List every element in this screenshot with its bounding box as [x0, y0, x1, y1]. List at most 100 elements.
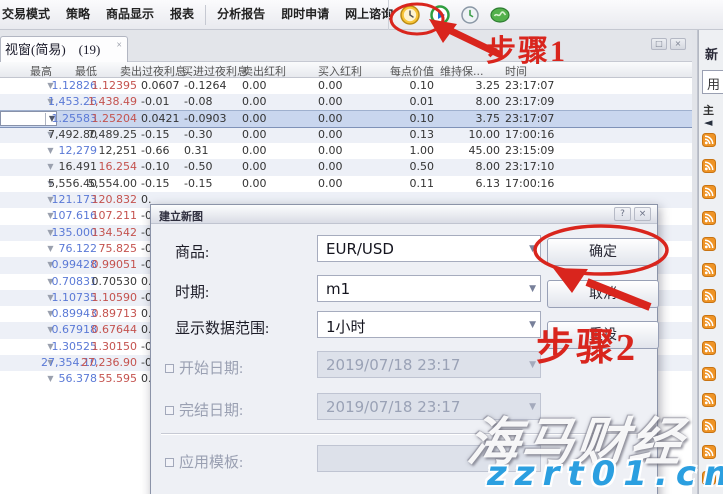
news-feed-icon[interactable] [702, 158, 716, 177]
cell-sd: 0.00 [242, 79, 318, 93]
start-date-label-text: 开始日期: [179, 361, 243, 377]
menu-item-analysis-report[interactable]: 分析报告 [209, 0, 273, 29]
template-checkbox[interactable] [165, 458, 174, 467]
cancel-button[interactable]: 取消 [547, 280, 659, 308]
menu-item-instant-request[interactable]: 即时申请 [273, 0, 337, 29]
news-filter-input[interactable]: 用 [702, 70, 723, 94]
period-select[interactable]: m1 ▼ [317, 275, 541, 302]
end-date-input: 2019/07/18 23:17 ▼ [317, 393, 541, 420]
header-time[interactable]: 时间 [505, 63, 527, 79]
data-range-label: 显示数据范围: [175, 317, 269, 338]
start-date-label: 开始日期: [165, 357, 243, 378]
menu-item-reports[interactable]: 报表 [162, 0, 202, 29]
cell-ss: -0.66 [141, 144, 183, 158]
chevron-down-icon[interactable]: ▼ [529, 320, 536, 330]
symbol-select[interactable]: EUR/USD ▼ [317, 235, 541, 262]
template-input [317, 445, 541, 472]
header-sell-dividend[interactable]: 卖出红利 [242, 63, 286, 79]
cell-low: 0.89713 [99, 307, 137, 321]
history-chart-icon[interactable] [399, 4, 421, 26]
dialog-help-icon[interactable]: ? [614, 207, 631, 221]
cell-high: 76.122 [20, 242, 97, 256]
menu-item-trade-mode[interactable]: 交易模式 [0, 0, 58, 29]
header-buy-swap[interactable]: 买进过夜利息 [182, 63, 248, 79]
table-row[interactable]: ▼7,492.807,489.25-0.15-0.300.000.000.131… [0, 127, 692, 143]
news-feed-icon[interactable] [702, 288, 716, 307]
market-refresh-icon[interactable] [489, 4, 511, 26]
dialog-titlebar[interactable]: 建立新图 ? × [151, 205, 657, 224]
cell-low: 1.30150 [99, 340, 137, 354]
tab-window-simple[interactable]: 视窗(简易) (19) × [0, 36, 128, 62]
news-feed-icon[interactable] [702, 262, 716, 281]
news-feed-icon[interactable] [702, 210, 716, 229]
tab-label: 视窗(简易) (19) [5, 42, 100, 57]
cell-bd: 0.00 [318, 128, 388, 142]
menu-item-symbol-display[interactable]: 商品显示 [98, 0, 162, 29]
cell-high: 7,492.80 [20, 128, 97, 142]
end-date-checkbox[interactable] [165, 406, 174, 415]
news-feed-icon[interactable] [702, 132, 716, 151]
header-buy-dividend[interactable]: 买入红利 [318, 63, 362, 79]
table-row[interactable]: ▼12,27912,251-0.660.310.000.001.0045.002… [0, 143, 692, 159]
reply-arrow-icon[interactable]: ◄ [704, 116, 712, 129]
news-feed-icon[interactable] [702, 444, 716, 463]
cell-mm: 3.25 [436, 79, 500, 93]
cell-high: 107.616 [20, 209, 97, 223]
header-sell-swap[interactable]: 卖出过夜利息 [120, 63, 186, 79]
dialog-close-icon[interactable]: × [634, 207, 651, 221]
header-high[interactable]: 最高 [30, 63, 52, 79]
cell-bd: 0.00 [318, 177, 388, 191]
cell-high: 0.70831 [20, 275, 97, 289]
table-row[interactable]: ▼1.128261.123950.0607-0.12640.000.000.10… [0, 78, 692, 94]
chevron-down-icon[interactable]: ▼ [529, 244, 536, 254]
news-feed-icon[interactable] [702, 236, 716, 255]
news-feed-icon[interactable] [702, 340, 716, 359]
menu-item-strategy[interactable]: 策略 [58, 0, 98, 29]
cell-low: 107.211 [99, 209, 137, 223]
news-feed-icon[interactable] [702, 314, 716, 333]
cell-low: 5,554.00 [99, 177, 137, 191]
data-range-select[interactable]: 1小时 ▼ [317, 311, 541, 338]
tab-close-icon[interactable]: × [116, 41, 122, 51]
news-feed-icon[interactable] [702, 184, 716, 203]
start-date-checkbox[interactable] [165, 364, 174, 373]
close-window-icon[interactable]: × [670, 38, 686, 50]
cell-pv: 0.10 [388, 79, 434, 93]
cell-bd: 0.00 [318, 160, 388, 174]
news-panel: 新 用 主 ◄ [698, 30, 723, 494]
cell-ss: 0.0421 [141, 112, 183, 126]
table-row[interactable]: ▼1.255831.252040.0421-0.09030.000.000.10… [0, 111, 692, 127]
menu-bar: 交易模式 策略 商品显示 报表 分析报告 即时申请 网上谘询 [0, 0, 723, 30]
news-feed-icon[interactable] [702, 392, 716, 411]
header-low[interactable]: 最低 [75, 63, 97, 79]
reset-button[interactable]: 重设 [547, 321, 659, 349]
cell-low: 55.595 [99, 372, 137, 386]
table-row[interactable]: ▼16.49116.254-0.10-0.500.000.000.508.002… [0, 159, 692, 175]
cell-pv: 0.50 [388, 160, 434, 174]
clock-icon[interactable] [459, 4, 481, 26]
table-row[interactable]: ▼5,556.405,554.00-0.15-0.150.000.000.116… [0, 176, 692, 192]
cell-high: 0.99428 [20, 258, 97, 272]
header-margin[interactable]: 维持保... [440, 63, 484, 79]
ok-button[interactable]: 确定 [547, 238, 659, 266]
table-row[interactable]: ▼1,453.261,438.49-0.01-0.080.000.000.018… [0, 94, 692, 110]
cell-high: 121.173 [20, 193, 97, 207]
cell-high: 1.25583 [20, 112, 97, 126]
cell-sd: 0.00 [242, 144, 318, 158]
news-item-list [702, 132, 716, 494]
start-icon[interactable] [429, 4, 451, 26]
cell-bs: -0.0903 [184, 112, 241, 126]
cell-time: 23:17:09 [505, 95, 689, 109]
cell-mm: 10.00 [436, 128, 500, 142]
news-feed-icon[interactable] [702, 470, 716, 489]
cell-low: 134.542 [99, 226, 137, 240]
period-label: 时期: [175, 281, 209, 302]
news-feed-icon[interactable] [702, 366, 716, 385]
cell-bs: -0.15 [184, 177, 241, 191]
restore-window-icon[interactable]: □ [651, 38, 667, 50]
cell-mm: 45.00 [436, 144, 500, 158]
chevron-down-icon[interactable]: ▼ [529, 284, 536, 294]
inner-window-controls: □ × [651, 38, 686, 50]
news-feed-icon[interactable] [702, 418, 716, 437]
header-point-value[interactable]: 每点价值 [390, 63, 434, 79]
